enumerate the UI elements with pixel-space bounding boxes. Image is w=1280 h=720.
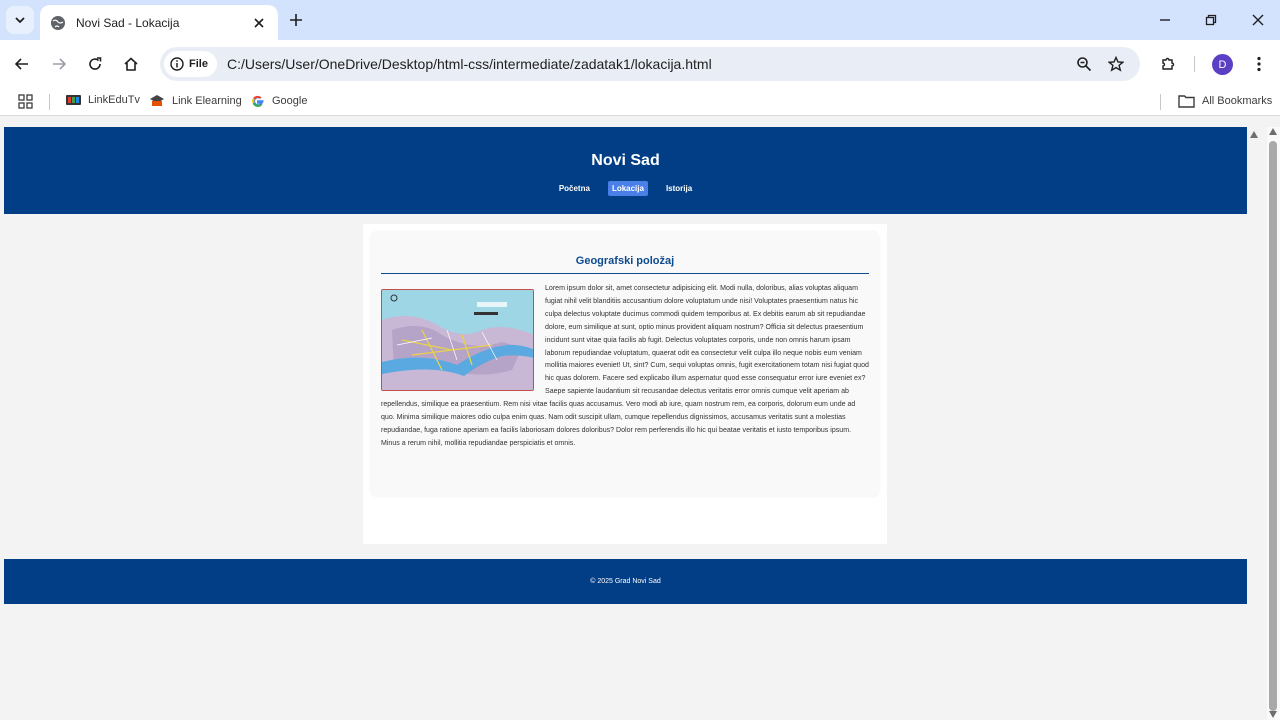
tab-close-button[interactable] <box>250 14 268 32</box>
active-tab[interactable]: Novi Sad - Lokacija <box>40 5 278 40</box>
main-nav: Početna Lokacija Istorija <box>4 181 1247 196</box>
bookmark-google[interactable]: Google <box>251 94 307 108</box>
site-chip-label: File <box>189 58 208 70</box>
tab-search-button[interactable] <box>6 6 34 34</box>
close-icon <box>1252 14 1264 26</box>
scroll-down-arrow-icon[interactable] <box>1269 711 1277 718</box>
bookmarks-divider <box>1160 94 1161 110</box>
plus-icon <box>290 14 302 26</box>
profile-avatar[interactable]: D <box>1212 54 1233 75</box>
linkedutv-favicon-icon <box>66 95 81 105</box>
url-text[interactable]: C:/Users/User/OneDrive/Desktop/html-css/… <box>227 56 712 72</box>
tab-bar: Novi Sad - Lokacija <box>0 0 1280 40</box>
info-icon <box>170 57 184 71</box>
bookmark-linkedutv[interactable]: LinkEduTv <box>66 94 140 106</box>
site-title: Novi Sad <box>591 152 660 169</box>
google-favicon-icon <box>252 95 264 107</box>
footer-copyright: © 2025 Grad Novi Sad <box>590 578 661 585</box>
bookmark-star-button[interactable] <box>1104 52 1128 76</box>
zoom-icon <box>1077 57 1092 72</box>
nav-link-pocetna[interactable]: Početna <box>555 181 594 196</box>
back-button[interactable] <box>10 52 34 76</box>
kebab-menu-icon <box>1257 56 1261 72</box>
new-tab-button[interactable] <box>284 8 308 32</box>
city-map-illustration <box>382 290 533 390</box>
scrollbar-thumb[interactable] <box>1269 141 1277 711</box>
forward-button[interactable] <box>47 52 71 76</box>
section-title: Geografski položaj <box>575 255 675 267</box>
home-button[interactable] <box>119 52 143 76</box>
minimize-icon <box>1160 19 1170 21</box>
scroll-up-arrow-icon[interactable] <box>1250 131 1258 138</box>
elearning-favicon-icon <box>150 95 164 106</box>
arrow-right-icon <box>53 58 67 70</box>
bookmark-label: Link Elearning <box>172 94 242 107</box>
reload-button[interactable] <box>83 52 107 76</box>
arrow-left-icon <box>14 58 28 70</box>
page-viewport: Novi Sad Početna Lokacija Istorija Geogr… <box>4 127 1247 720</box>
restore-button[interactable] <box>1199 8 1223 32</box>
extensions-button[interactable] <box>1156 52 1180 76</box>
main-container: Geografski položaj Lorem ipsum dolor sit… <box>363 224 887 544</box>
reload-icon <box>89 57 102 70</box>
browser-toolbar: File C:/Users/User/OneDrive/Desktop/html… <box>0 40 1280 88</box>
all-bookmarks-button[interactable]: All Bookmarks <box>1178 94 1272 108</box>
location-section: Geografski položaj Lorem ipsum dolor sit… <box>371 232 879 496</box>
star-icon <box>1108 56 1124 72</box>
scroll-up-arrow-icon[interactable] <box>1269 128 1277 135</box>
address-bar[interactable]: File C:/Users/User/OneDrive/Desktop/html… <box>160 47 1140 81</box>
folder-icon <box>1178 95 1195 108</box>
browser-menu-button[interactable] <box>1247 52 1271 76</box>
site-footer: © 2025 Grad Novi Sad <box>4 559 1247 604</box>
section-divider <box>381 273 869 274</box>
bookmark-link-elearning[interactable]: Link Elearning <box>149 94 242 107</box>
home-icon <box>124 57 138 71</box>
site-info-chip[interactable]: File <box>164 51 217 77</box>
minimize-button[interactable] <box>1153 8 1177 32</box>
all-bookmarks-label: All Bookmarks <box>1202 95 1273 107</box>
restore-icon <box>1205 14 1217 26</box>
close-window-button[interactable] <box>1246 8 1270 32</box>
site-header: Novi Sad Početna Lokacija Istorija <box>4 127 1247 214</box>
bookmark-label: LinkEduTv <box>88 94 140 106</box>
novi-sad-map-image <box>381 289 534 391</box>
zoom-button[interactable] <box>1072 52 1096 76</box>
bookmark-label: Google <box>272 95 308 107</box>
nav-link-lokacija[interactable]: Lokacija <box>607 181 648 196</box>
article-text-block: Lorem ipsum dolor sit, amet consectetur … <box>381 283 869 451</box>
bookmarks-bar: LinkEduTv Link Elearning Google All Book… <box>0 88 1280 116</box>
close-icon <box>254 17 264 28</box>
toolbar-divider <box>1194 56 1195 72</box>
globe-icon <box>51 15 65 30</box>
bookmarks-divider <box>49 94 50 110</box>
page-scrollbar[interactable] <box>1247 127 1280 720</box>
apps-button[interactable] <box>18 94 33 109</box>
apps-grid-icon <box>18 94 33 109</box>
chevron-down-icon <box>15 17 25 24</box>
tab-title: Novi Sad - Lokacija <box>76 15 180 30</box>
puzzle-icon <box>1162 57 1175 70</box>
nav-link-istorija[interactable]: Istorija <box>662 181 696 196</box>
